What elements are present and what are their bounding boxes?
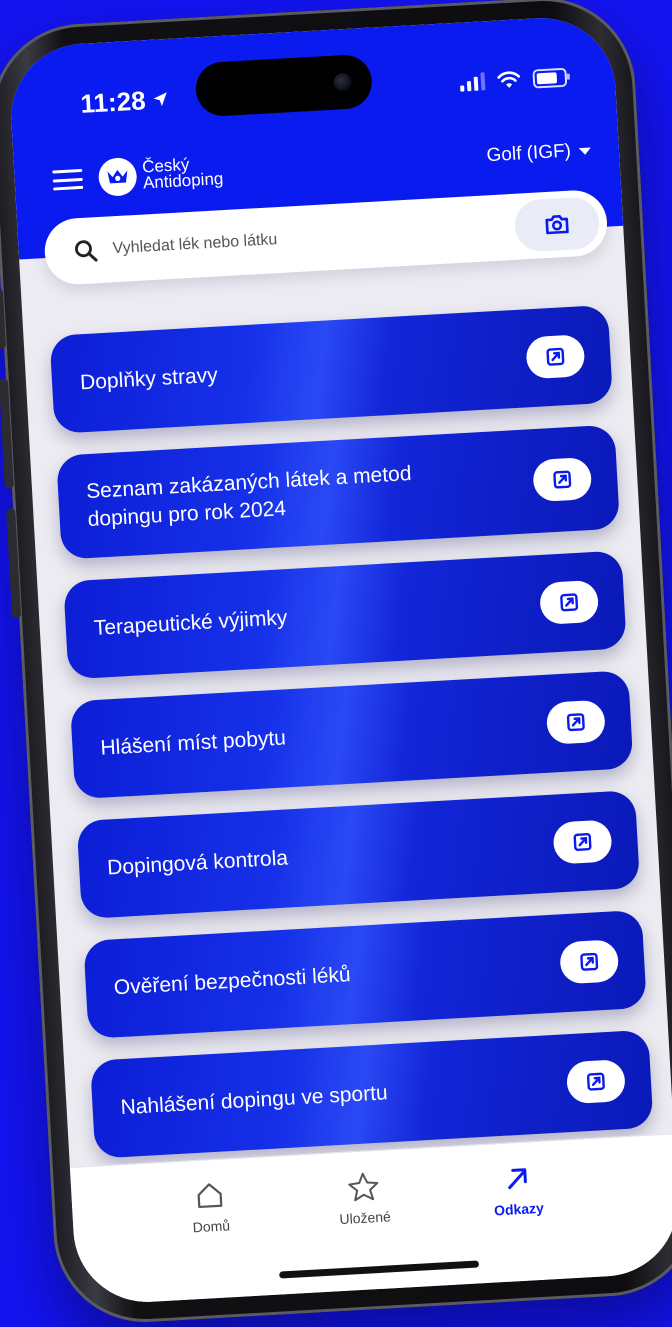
links-list: Doplňky stravy Seznam zakázaných látek a…: [49, 304, 654, 1181]
link-card-hlaseni-mist-pobytu[interactable]: Hlášení míst pobytu: [69, 670, 634, 800]
brand-line-2: Antidoping: [142, 169, 224, 193]
link-label: Hlášení míst pobytu: [99, 726, 287, 760]
external-link-icon: [532, 456, 593, 503]
link-label: Doplňky stravy: [79, 363, 219, 395]
home-indicator: [278, 1260, 479, 1279]
brand-logo: Český Antidoping: [97, 152, 224, 197]
external-link-icon: [539, 579, 600, 625]
tab-ulozene[interactable]: Uložené: [303, 1168, 426, 1229]
battery-icon: [532, 67, 568, 89]
star-icon: [348, 1172, 379, 1202]
link-card-dopingova-kontrola[interactable]: Dopingová kontrola: [76, 790, 641, 920]
phone-device: 11:28 Český Antidoping Golf (IGF) Vyhled…: [0, 0, 672, 1327]
external-link-icon: [552, 819, 613, 865]
external-link-icon: [559, 939, 620, 985]
page-background: 11:28 Český Antidoping Golf (IGF) Vyhled…: [0, 0, 672, 1327]
status-time-text: 11:28: [79, 84, 147, 119]
search-input[interactable]: [110, 216, 516, 260]
status-icons: [459, 67, 568, 92]
search-icon: [75, 240, 98, 262]
camera-icon: [545, 215, 569, 235]
tab-label: Uložené: [339, 1208, 392, 1228]
link-label: Seznam zakázaných látek a metod dopingu …: [85, 461, 413, 532]
sport-selector[interactable]: Golf (IGF): [486, 139, 592, 167]
crown-logo-icon: [97, 156, 138, 197]
brand-name: Český Antidoping: [142, 155, 224, 193]
external-link-icon: [545, 699, 606, 745]
tab-label: Odkazy: [493, 1199, 545, 1219]
status-time: 11:28: [80, 83, 171, 119]
app-bar-left: Český Antidoping: [52, 152, 224, 199]
caret-down-icon: [578, 146, 592, 155]
external-link-icon: [525, 334, 586, 380]
link-label: Terapeutické výjimky: [93, 606, 288, 640]
camera-scan-button[interactable]: [513, 196, 601, 253]
wifi-icon: [497, 71, 520, 88]
phone-screen: 11:28 Český Antidoping Golf (IGF) Vyhled…: [7, 14, 672, 1306]
external-link-icon: [565, 1059, 627, 1105]
location-arrow-icon: [153, 92, 167, 107]
cellular-signal-icon: [459, 72, 486, 92]
link-card-terapeuticke-vyjimky[interactable]: Terapeutické výjimky: [63, 550, 627, 680]
menu-icon[interactable]: [52, 168, 84, 191]
link-card-doplnky-stravy[interactable]: Doplňky stravy: [49, 304, 614, 434]
tab-domu[interactable]: Domů: [149, 1177, 272, 1238]
link-card-overeni-bezpecnosti-leku[interactable]: Ověření bezpečnosti léků: [83, 909, 647, 1039]
tab-odkazy[interactable]: Odkazy: [456, 1160, 579, 1221]
link-label: Ověření bezpečnosti léků: [113, 963, 352, 1000]
link-label: Dopingová kontrola: [106, 846, 289, 880]
sport-selector-label: Golf (IGF): [486, 140, 572, 167]
home-icon: [197, 1183, 223, 1209]
link-label: Nahlášení dopingu ve sportu: [119, 1081, 389, 1120]
link-card-seznam-zakazanych[interactable]: Seznam zakázaných látek a metod dopingu …: [56, 424, 621, 560]
arrow-up-right-icon: [508, 1168, 527, 1190]
tab-label: Domů: [192, 1217, 231, 1236]
